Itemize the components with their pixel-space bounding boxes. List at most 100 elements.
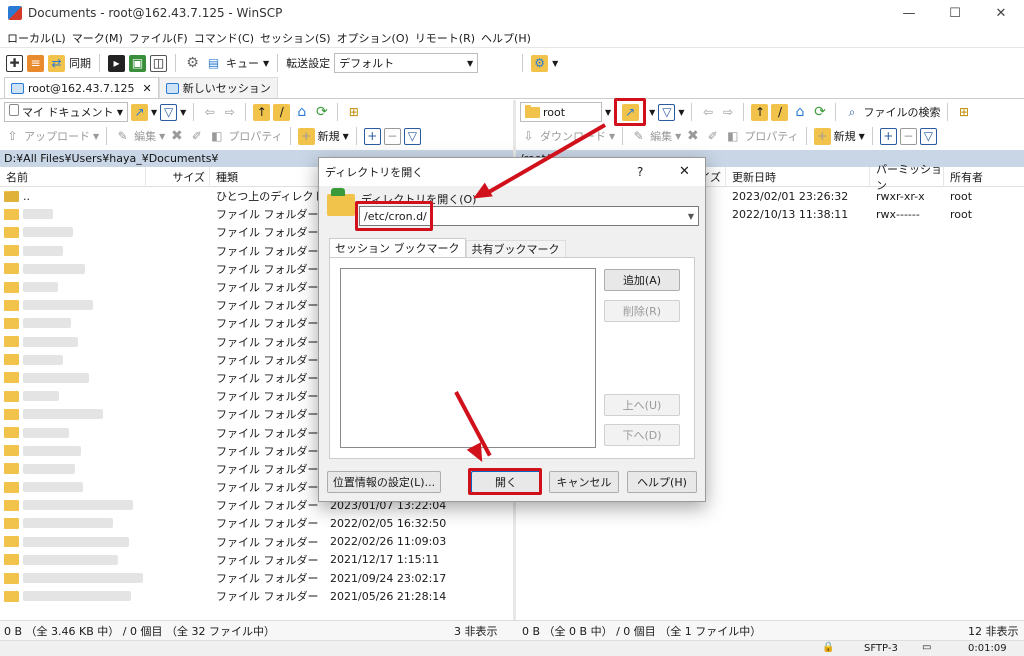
chevron-down-icon[interactable]: ▼ — [343, 132, 349, 141]
filter-icon[interactable]: ▽ — [403, 127, 421, 145]
filter-icon[interactable]: ▽ — [160, 103, 178, 121]
table-row[interactable]: ファイル フォルダー 2022/02/26 11:09:03 — [0, 533, 513, 551]
filter-icon[interactable]: ▽ — [919, 127, 937, 145]
select-all-icon[interactable]: + — [363, 127, 381, 145]
new-folder-icon[interactable]: + — [813, 127, 831, 145]
delete-bookmark-button[interactable]: 削除(R) — [604, 300, 680, 322]
edit-button[interactable]: 編集 — [134, 128, 156, 144]
queue-button[interactable]: キュー — [226, 55, 259, 71]
chevron-down-icon[interactable]: ▼ — [263, 59, 269, 68]
remote-hidden-count[interactable]: 12 非表示 — [968, 623, 1024, 639]
chevron-down-icon[interactable]: ▼ — [605, 108, 611, 117]
table-row[interactable]: ファイル フォルダー 2021/09/24 23:02:17 — [0, 569, 513, 587]
refresh-icon[interactable]: ⟳ — [811, 104, 828, 121]
rename-icon[interactable]: ✐ — [188, 128, 205, 145]
properties-button[interactable]: プロパティ — [228, 128, 282, 144]
search-icon[interactable]: ⌕ — [843, 104, 860, 121]
properties-icon[interactable]: ◧ — [208, 128, 225, 145]
menu-local[interactable]: ローカル(L) — [4, 30, 69, 46]
open-directory-icon[interactable]: ↗ — [131, 103, 148, 121]
help-button[interactable]: ヘルプ(H) — [627, 471, 697, 493]
sync-button[interactable]: 同期 — [69, 55, 91, 71]
settings-folder-icon[interactable]: ⚙ — [531, 54, 549, 72]
bookmark-list[interactable] — [340, 268, 596, 448]
chevron-down-icon[interactable]: ▼ — [675, 132, 681, 141]
local-drive-select[interactable]: マイ ドキュメント ▼ — [4, 102, 128, 122]
properties-icon[interactable]: ◧ — [724, 128, 741, 145]
unselect-icon[interactable]: − — [383, 127, 401, 145]
delete-icon[interactable]: ✖ — [168, 128, 185, 145]
chevron-down-icon[interactable]: ▼ — [859, 132, 865, 141]
remote-dir-select[interactable]: root — [520, 102, 602, 122]
col-owner[interactable]: 所有者 — [944, 167, 1014, 187]
new-button[interactable]: 新規 — [834, 128, 856, 144]
close-icon[interactable]: ✕ — [143, 82, 152, 95]
menu-help[interactable]: ヘルプ(H) — [478, 30, 534, 46]
root-dir-icon[interactable]: / — [771, 103, 789, 121]
edit-button[interactable]: 編集 — [650, 128, 672, 144]
back-icon[interactable]: ⇦ — [201, 104, 218, 121]
location-settings-button[interactable]: 位置情報の設定(L)... — [327, 471, 441, 493]
delete-icon[interactable]: ✖ — [684, 128, 701, 145]
rename-icon[interactable]: ✐ — [704, 128, 721, 145]
unselect-icon[interactable]: − — [899, 127, 917, 145]
col-permissions[interactable]: パーミッション — [870, 163, 944, 192]
minimize-button[interactable]: — — [886, 0, 932, 26]
col-modified[interactable]: 更新日時 — [726, 166, 870, 187]
add-icon[interactable]: ✚ — [6, 54, 23, 72]
col-name[interactable]: 名前 — [0, 166, 146, 187]
putty-icon[interactable]: ▣ — [129, 54, 146, 72]
dialog-help-button[interactable]: ? — [637, 165, 643, 179]
chevron-down-icon[interactable]: ▼ — [93, 132, 99, 141]
home-icon[interactable]: ⌂ — [791, 104, 808, 121]
move-up-button[interactable]: 上へ(U) — [604, 394, 680, 416]
chevron-down-icon[interactable]: ▼ — [180, 108, 186, 117]
forward-icon[interactable]: ⇨ — [719, 104, 736, 121]
chevron-down-icon[interactable]: ▼ — [552, 59, 558, 68]
gear-icon[interactable]: ⚙ — [184, 55, 201, 72]
new-button[interactable]: 新規 — [318, 128, 340, 144]
download-icon[interactable]: ⇩ — [520, 128, 537, 145]
parent-dir-icon[interactable]: ↑ — [253, 103, 271, 121]
select-all-icon[interactable]: + — [879, 127, 897, 145]
menu-command[interactable]: コマンド(C) — [191, 30, 257, 46]
chevron-down-icon[interactable]: ▼ — [151, 108, 157, 117]
chevron-down-icon[interactable]: ▼ — [649, 108, 655, 117]
chevron-down-icon[interactable]: ▼ — [688, 212, 694, 221]
table-row[interactable]: ファイル フォルダー 2021/05/26 21:28:14 — [0, 587, 513, 605]
chevron-down-icon[interactable]: ▼ — [159, 132, 165, 141]
parent-dir-icon[interactable]: ↑ — [751, 103, 769, 121]
tab-shared-bookmarks[interactable]: 共有ブックマーク — [465, 240, 566, 257]
dialog-close-button[interactable]: ✕ — [679, 164, 690, 179]
refresh-icon[interactable]: ⟳ — [313, 104, 330, 121]
tab-new-session[interactable]: 新しいセッション — [158, 77, 278, 98]
filter-icon[interactable]: ▽ — [658, 103, 676, 121]
move-down-button[interactable]: 下へ(D) — [604, 424, 680, 446]
add-bookmark-button[interactable]: 追加(A) — [604, 269, 680, 291]
open-directory-button[interactable]: ↗ — [614, 98, 647, 126]
compare-icon[interactable]: ⇄ — [48, 54, 65, 72]
local-hidden-count[interactable]: 3 非表示 — [454, 623, 512, 639]
home-icon[interactable]: ⌂ — [293, 104, 310, 121]
menu-mark[interactable]: マーク(M) — [69, 30, 126, 46]
window-icon[interactable]: ◫ — [150, 54, 167, 72]
queue-icon[interactable]: ▤ — [205, 55, 222, 72]
close-button[interactable]: ✕ — [978, 0, 1024, 26]
tab-session-bookmarks[interactable]: セッション ブックマーク — [329, 238, 466, 257]
forward-icon[interactable]: ⇨ — [221, 104, 238, 121]
find-files-button[interactable]: ファイルの検索 — [863, 104, 940, 120]
edit-icon[interactable]: ✎ — [630, 128, 647, 145]
menu-file[interactable]: ファイル(F) — [126, 30, 191, 46]
col-size[interactable]: サイズ — [146, 166, 210, 187]
table-row[interactable]: ファイル フォルダー 2022/02/05 16:32:50 — [0, 514, 513, 532]
new-folder-icon[interactable]: + — [297, 127, 315, 145]
maximize-button[interactable]: ☐ — [932, 0, 978, 26]
menu-session[interactable]: セッション(S) — [257, 30, 334, 46]
properties-button[interactable]: プロパティ — [744, 128, 798, 144]
upload-button[interactable]: アップロード — [24, 128, 90, 144]
tree-icon[interactable]: ⊞ — [955, 104, 972, 121]
menu-options[interactable]: オプション(O) — [334, 30, 412, 46]
edit-icon[interactable]: ✎ — [114, 128, 131, 145]
console-icon[interactable]: ▸ — [108, 54, 125, 72]
back-icon[interactable]: ⇦ — [699, 104, 716, 121]
